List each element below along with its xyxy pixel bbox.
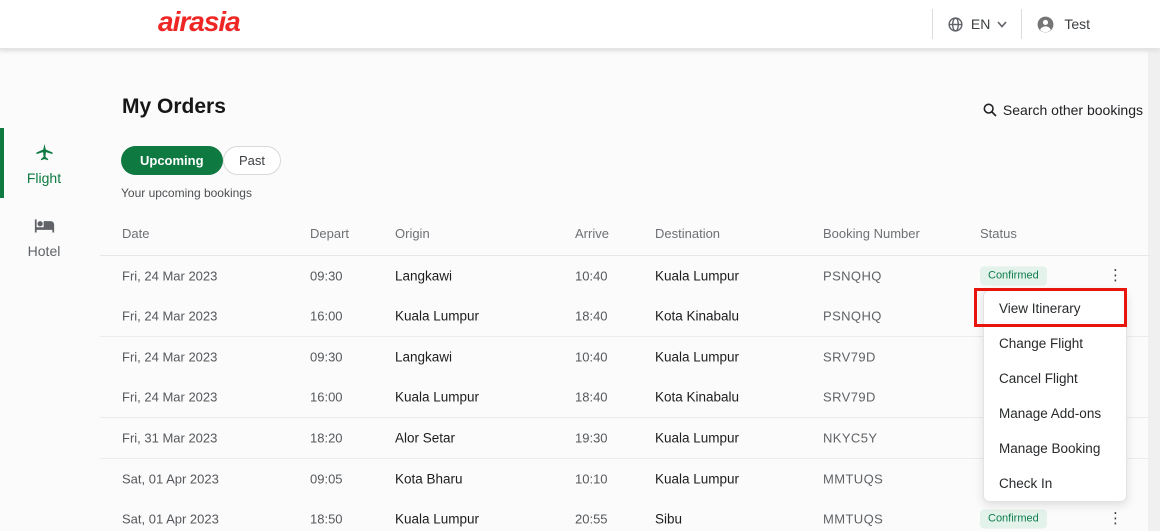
cell-arrive: 10:40 bbox=[575, 349, 608, 365]
cell-origin: Kuala Lumpur bbox=[395, 389, 480, 405]
column-header: Booking Number bbox=[823, 226, 920, 241]
cell-booking-number: SRV79D bbox=[823, 389, 876, 405]
menu-item-view-itinerary[interactable]: View Itinerary bbox=[984, 291, 1126, 326]
cell-destination: Kota Kinabalu bbox=[655, 389, 740, 405]
cell-origin: Alor Setar bbox=[395, 430, 456, 446]
plane-icon bbox=[34, 142, 55, 163]
cell-origin: Kuala Lumpur bbox=[395, 511, 480, 527]
cell-depart: 18:50 bbox=[310, 511, 343, 527]
column-header: Depart bbox=[310, 226, 350, 241]
cell-destination: Kuala Lumpur bbox=[655, 349, 740, 365]
column-header: Destination bbox=[655, 226, 721, 241]
cell-date: Fri, 24 Mar 2023 bbox=[122, 308, 218, 324]
cell-destination: Kuala Lumpur bbox=[655, 268, 740, 284]
top-header: airasia EN Test bbox=[0, 0, 1160, 49]
menu-item-manage-booking[interactable]: Manage Booking bbox=[984, 431, 1126, 466]
sidebar-item-label: Hotel bbox=[27, 243, 61, 259]
cell-arrive: 19:30 bbox=[575, 430, 608, 446]
cell-arrive: 18:40 bbox=[575, 389, 608, 405]
bookings-subtitle: Your upcoming bookings bbox=[121, 186, 252, 200]
user-menu[interactable]: Test bbox=[1036, 15, 1090, 34]
cell-date: Fri, 24 Mar 2023 bbox=[122, 349, 218, 365]
cell-booking-number: MMTUQS bbox=[823, 471, 884, 487]
cell-booking-number: PSNQHQ bbox=[823, 308, 882, 324]
my-orders-page: airasia EN Test Flight Hotel My Orders S… bbox=[0, 0, 1160, 531]
cell-destination: Kuala Lumpur bbox=[655, 430, 740, 446]
cell-depart: 09:30 bbox=[310, 349, 343, 365]
cell-booking-number: SRV79D bbox=[823, 349, 876, 365]
cell-origin: Langkawi bbox=[395, 349, 453, 365]
header-divider bbox=[1021, 9, 1023, 39]
cell-date: Sat, 01 Apr 2023 bbox=[122, 511, 219, 527]
table-row: Sat, 01 Apr 2023 18:50 Kuala Lumpur 20:55 Si… bbox=[100, 499, 1150, 531]
cell-depart: 16:00 bbox=[310, 389, 343, 405]
user-name: Test bbox=[1064, 16, 1090, 32]
search-icon bbox=[982, 102, 998, 118]
cell-date: Fri, 24 Mar 2023 bbox=[122, 268, 218, 284]
language-label: EN bbox=[970, 16, 991, 32]
tab-past[interactable]: Past bbox=[223, 146, 282, 175]
globe-icon bbox=[947, 16, 964, 33]
cell-arrive: 10:10 bbox=[575, 471, 608, 487]
cell-depart: 09:05 bbox=[310, 471, 343, 487]
cell-depart: 09:30 bbox=[310, 268, 343, 284]
cell-destination: Sibu bbox=[655, 511, 683, 527]
search-other-bookings-link[interactable]: Search other bookings bbox=[982, 102, 1143, 118]
menu-item-manage-add-ons[interactable]: Manage Add-ons bbox=[984, 396, 1126, 431]
page-title: My Orders bbox=[122, 95, 226, 118]
search-link-label: Search other bookings bbox=[1002, 102, 1143, 118]
tab-upcoming[interactable]: Upcoming bbox=[121, 146, 223, 175]
cell-arrive: 18:40 bbox=[575, 308, 608, 324]
cell-destination: Kota Kinabalu bbox=[655, 308, 740, 324]
cell-destination: Kuala Lumpur bbox=[655, 471, 740, 487]
cell-arrive: 20:55 bbox=[575, 511, 608, 527]
status-badge: Confirmed bbox=[980, 509, 1047, 529]
cell-booking-number: NKYC5Y bbox=[823, 430, 878, 446]
sidebar-item-label: Flight bbox=[26, 170, 62, 186]
cell-booking-number: PSNQHQ bbox=[823, 268, 882, 284]
cell-origin: Langkawi bbox=[395, 268, 453, 284]
user-avatar-icon bbox=[1036, 15, 1055, 34]
chevron-down-icon bbox=[997, 20, 1007, 28]
column-header: Arrive bbox=[575, 226, 609, 241]
status-badge: Confirmed bbox=[980, 266, 1047, 286]
language-selector[interactable]: EN bbox=[947, 16, 1007, 33]
cell-date: Fri, 31 Mar 2023 bbox=[122, 430, 218, 446]
cell-date: Fri, 24 Mar 2023 bbox=[122, 389, 218, 405]
cell-origin: Kuala Lumpur bbox=[395, 308, 480, 324]
cell-arrive: 10:40 bbox=[575, 268, 608, 284]
menu-item-check-in[interactable]: Check In bbox=[984, 466, 1126, 501]
cell-booking-number: MMTUQS bbox=[823, 511, 884, 527]
menu-item-cancel-flight[interactable]: Cancel Flight bbox=[984, 361, 1126, 396]
cell-depart: 18:20 bbox=[310, 430, 343, 446]
sidebar-item-hotel[interactable]: Hotel bbox=[0, 215, 88, 259]
header-actions: EN Test bbox=[918, 0, 1090, 48]
menu-item-change-flight[interactable]: Change Flight bbox=[984, 326, 1126, 361]
kebab-menu-icon[interactable]: ⋮ bbox=[1102, 267, 1129, 285]
cell-date: Sat, 01 Apr 2023 bbox=[122, 471, 219, 487]
cell-depart: 16:00 bbox=[310, 308, 343, 324]
header-divider bbox=[931, 9, 933, 39]
column-header: Origin bbox=[395, 226, 430, 241]
column-header: Date bbox=[122, 226, 150, 241]
bed-icon bbox=[34, 215, 55, 236]
airasia-logo[interactable]: airasia bbox=[158, 6, 241, 38]
sidebar-item-flight[interactable]: Flight bbox=[0, 142, 88, 186]
booking-context-menu: View Itinerary Change Flight Cancel Flight… bbox=[983, 290, 1127, 502]
table-header-row: Date Depart Origin Arrive Destination Booking… bbox=[100, 218, 1150, 256]
kebab-menu-icon[interactable]: ⋮ bbox=[1102, 510, 1129, 528]
column-header: Status bbox=[980, 226, 1017, 241]
cell-origin: Kota Bharu bbox=[395, 471, 463, 487]
